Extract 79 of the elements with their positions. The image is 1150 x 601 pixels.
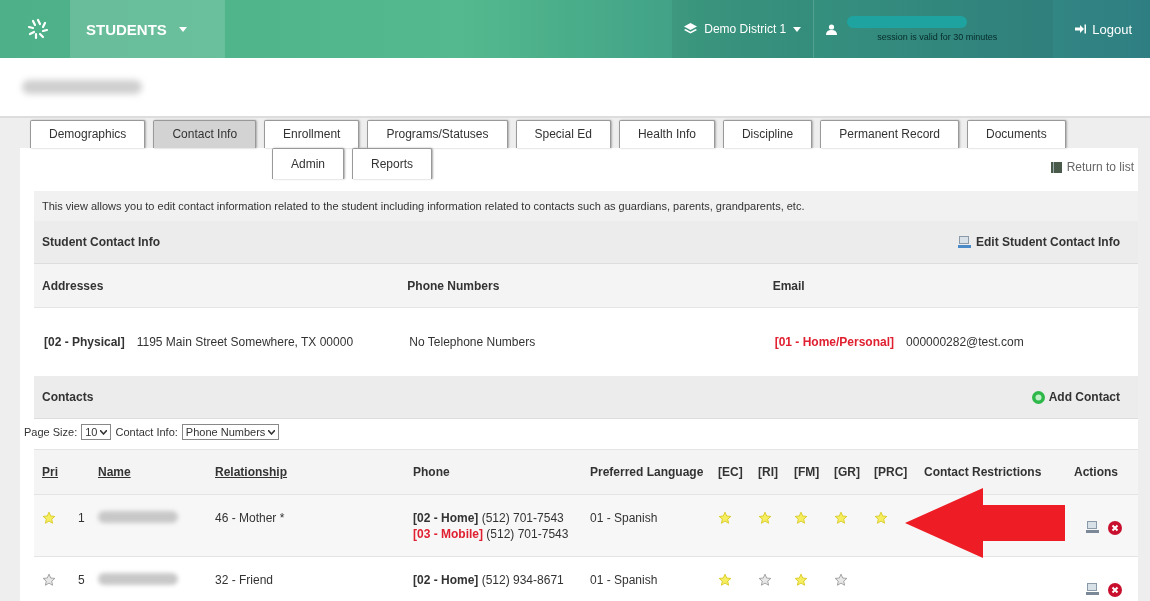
row-number: 1 bbox=[78, 511, 85, 525]
contact-info-label: Contact Info: bbox=[115, 426, 178, 438]
column-header: Actions bbox=[1074, 465, 1118, 479]
star-icon[interactable] bbox=[758, 573, 772, 587]
column-header: Addresses bbox=[42, 278, 105, 293]
phone-entry: [02 - Home] (512) 934-8671 bbox=[413, 573, 565, 587]
caret-icon bbox=[178, 26, 187, 32]
relationship-text: 32 - Friend bbox=[215, 573, 274, 587]
sort-link[interactable]: Name bbox=[98, 465, 131, 479]
page-size-select[interactable]: 10 bbox=[81, 424, 112, 440]
delete-icon[interactable] bbox=[1108, 583, 1122, 597]
edit-contact-link[interactable]: Edit Student Contact Info bbox=[958, 235, 1120, 249]
tab[interactable]: Special Ed bbox=[515, 120, 611, 148]
column-header: Phone bbox=[413, 465, 450, 479]
session-note: session is valid for 30 minutes bbox=[876, 32, 998, 42]
star-icon[interactable] bbox=[718, 573, 732, 587]
tab[interactable]: Permanent Record bbox=[820, 120, 959, 148]
add-contact-link[interactable]: Add Contact bbox=[1031, 390, 1120, 404]
intro-text: This view allows you to edit contact information related to the student including information related to contacts such as guardians, parents, grandparents, etc. bbox=[34, 191, 1138, 221]
address-text: 1195 Main Street Somewhere, TX 00000 bbox=[136, 335, 354, 349]
column-header: Preferred Language bbox=[590, 465, 704, 479]
email-text: 000000282@test.com bbox=[906, 335, 1024, 349]
address-type: [02 - Physical] bbox=[44, 335, 125, 349]
chevron-icon bbox=[100, 429, 108, 435]
column-header: [FM] bbox=[794, 465, 820, 479]
tab[interactable]: Health Info bbox=[618, 120, 715, 148]
column-header: Email bbox=[772, 278, 806, 293]
section-title: Contacts bbox=[42, 390, 94, 404]
layers-icon bbox=[684, 23, 698, 35]
phone-entry: [02 - Home] (512) 701-7543 bbox=[413, 511, 565, 525]
logout-button[interactable]: Logout bbox=[1053, 0, 1150, 58]
star-icon[interactable] bbox=[834, 511, 848, 525]
email-type: [01 - Home/Personal] bbox=[774, 335, 895, 349]
delete-icon[interactable] bbox=[1108, 521, 1122, 535]
computer-icon[interactable] bbox=[1086, 583, 1100, 596]
relationship-text: 46 - Mother * bbox=[215, 511, 285, 525]
sort-link[interactable]: Relationship bbox=[215, 465, 287, 479]
language-text: 01 - Spanish bbox=[590, 573, 658, 587]
district-menu[interactable]: Demo District 1 bbox=[672, 0, 814, 58]
caret-icon bbox=[793, 26, 802, 32]
plus-circle-icon bbox=[1031, 390, 1045, 404]
logo-icon bbox=[26, 17, 50, 41]
tab[interactable]: Admin bbox=[272, 148, 344, 179]
tab[interactable]: Reports bbox=[352, 148, 433, 179]
column-header: [EC] bbox=[718, 465, 743, 479]
computer-icon[interactable] bbox=[1086, 521, 1100, 534]
star-icon[interactable] bbox=[42, 573, 56, 587]
star-icon[interactable] bbox=[758, 511, 772, 525]
page-size-label: Page Size: bbox=[24, 426, 78, 438]
tab[interactable]: Discipline bbox=[722, 120, 813, 148]
star-icon[interactable] bbox=[718, 511, 732, 525]
star-icon[interactable] bbox=[794, 511, 808, 525]
tab[interactable]: Programs/Statuses bbox=[367, 120, 508, 148]
column-header: Contact Restrictions bbox=[924, 465, 1042, 479]
tab[interactable]: Demographics bbox=[30, 120, 146, 148]
tab[interactable]: Enrollment bbox=[264, 120, 360, 148]
column-header: [GR] bbox=[834, 465, 860, 479]
star-icon[interactable] bbox=[874, 511, 888, 525]
star-icon[interactable] bbox=[834, 573, 848, 587]
tab[interactable]: Contact Info bbox=[153, 120, 257, 148]
star-icon[interactable] bbox=[42, 511, 56, 525]
user-icon bbox=[826, 23, 838, 35]
chevron-icon bbox=[268, 429, 276, 435]
sort-link[interactable]: Pri bbox=[42, 465, 58, 479]
star-icon[interactable] bbox=[794, 573, 808, 587]
section-title: Student Contact Info bbox=[42, 235, 160, 249]
row-number: 5 bbox=[78, 573, 85, 587]
contact-info-select[interactable]: Phone Numbers bbox=[181, 424, 280, 440]
column-header: [PRC] bbox=[874, 465, 908, 479]
logout-icon bbox=[1075, 24, 1087, 34]
return-link[interactable]: Return to list bbox=[1050, 148, 1138, 174]
language-text: 01 - Spanish bbox=[590, 511, 658, 525]
computer-icon bbox=[958, 235, 972, 249]
phone-text: No Telephone Numbers bbox=[409, 335, 536, 349]
column-header: [RI] bbox=[758, 465, 778, 479]
column-header: Phone Numbers bbox=[407, 278, 501, 293]
phone-entry: [03 - Mobile] (512) 701-7543 bbox=[413, 527, 570, 541]
book-icon bbox=[1050, 161, 1062, 173]
tab[interactable]: Documents bbox=[967, 120, 1066, 148]
